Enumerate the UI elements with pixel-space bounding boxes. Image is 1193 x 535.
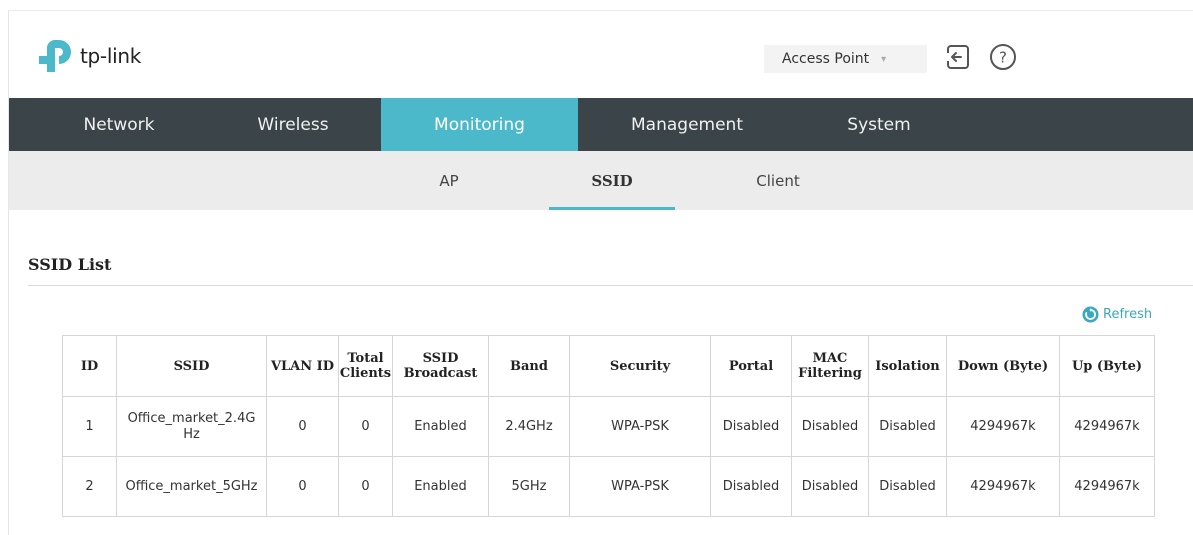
logout-icon[interactable] <box>945 44 971 70</box>
tp-link-logo-icon <box>39 40 71 72</box>
refresh-button[interactable]: Refresh <box>1082 306 1152 323</box>
column-header-vlan-id: VLAN ID <box>266 335 339 397</box>
nav-item-label: System <box>847 114 911 135</box>
refresh-icon <box>1082 306 1099 323</box>
nav-item-system[interactable]: System <box>809 98 949 151</box>
cell-ssid-broadcast: Enabled <box>392 456 489 517</box>
cell-isolation: Disabled <box>868 456 947 517</box>
column-header-total-clients: Total Clients <box>338 335 393 397</box>
cell-mac-filtering: Disabled <box>791 456 869 517</box>
nav-item-label: Network <box>83 114 155 135</box>
nav-item-monitoring[interactable]: Monitoring <box>381 98 578 151</box>
active-tab-indicator <box>549 207 675 210</box>
cell-isolation: Disabled <box>868 396 947 457</box>
header: tp-link Access Point ▾ ? <box>9 11 1193 98</box>
cell-down-bytes: 4294967k <box>946 396 1060 457</box>
tab-label: SSID <box>591 171 633 190</box>
chevron-down-icon: ▾ <box>881 53 887 65</box>
tab-ap[interactable]: AP <box>409 151 489 210</box>
column-header-mac-filtering: MAC Filtering <box>791 335 869 397</box>
main-nav: Network Wireless Monitoring Management S… <box>9 98 1193 151</box>
cell-up-bytes: 4294967k <box>1059 456 1155 517</box>
cell-total-clients: 0 <box>338 396 393 457</box>
nav-item-label: Wireless <box>257 114 329 135</box>
tab-client[interactable]: Client <box>738 151 818 210</box>
nav-item-network[interactable]: Network <box>49 98 189 151</box>
column-header-down-bytes: Down (Byte) <box>946 335 1060 397</box>
section-title: SSID List <box>28 255 112 274</box>
tab-ssid[interactable]: SSID <box>549 151 675 210</box>
cell-vlan-id: 0 <box>266 456 339 517</box>
column-header-id: ID <box>62 335 117 397</box>
help-glyph: ? <box>999 49 1007 67</box>
column-header-security: Security <box>569 335 711 397</box>
brand-name: tp-link <box>80 44 142 68</box>
table-row[interactable]: 2 Office_market_5GHz 0 0 Enabled 5GHz WP… <box>62 456 1155 517</box>
sub-nav: AP SSID Client <box>9 151 1193 210</box>
cell-id: 2 <box>62 456 117 517</box>
column-header-ssid: SSID <box>116 335 267 397</box>
mode-select-value: Access Point <box>782 51 870 67</box>
cell-down-bytes: 4294967k <box>946 456 1060 517</box>
nav-item-label: Monitoring <box>434 114 525 135</box>
cell-band: 2.4GHz <box>488 396 570 457</box>
column-header-up-bytes: Up (Byte) <box>1059 335 1155 397</box>
nav-item-wireless[interactable]: Wireless <box>223 98 363 151</box>
ssid-table: ID SSID VLAN ID Total Clients SSID Broadca… <box>62 335 1155 517</box>
cell-id: 1 <box>62 396 117 457</box>
cell-security: WPA-PSK <box>569 456 711 517</box>
cell-up-bytes: 4294967k <box>1059 396 1155 457</box>
section-divider <box>28 285 1193 286</box>
column-header-ssid-broadcast: SSID Broadcast <box>392 335 489 397</box>
cell-vlan-id: 0 <box>266 396 339 457</box>
cell-total-clients: 0 <box>338 456 393 517</box>
mode-select[interactable]: Access Point ▾ <box>764 45 927 73</box>
table-header-row: ID SSID VLAN ID Total Clients SSID Broadca… <box>62 335 1155 397</box>
nav-item-label: Management <box>631 114 743 135</box>
nav-item-management[interactable]: Management <box>607 98 767 151</box>
tab-label: AP <box>439 171 459 190</box>
tab-label: Client <box>756 171 800 190</box>
column-header-portal: Portal <box>710 335 792 397</box>
cell-mac-filtering: Disabled <box>791 396 869 457</box>
refresh-label: Refresh <box>1103 307 1153 322</box>
cell-band: 5GHz <box>488 456 570 517</box>
table-row[interactable]: 1 Office_market_2.4G Hz 0 0 Enabled 2.4GH… <box>62 396 1155 457</box>
cell-ssid: Office_market_2.4G Hz <box>116 396 267 457</box>
column-header-isolation: Isolation <box>868 335 947 397</box>
column-header-band: Band <box>488 335 570 397</box>
cell-portal: Disabled <box>710 396 792 457</box>
app-frame: tp-link Access Point ▾ ? Network Wireles… <box>8 10 1193 535</box>
brand-logo[interactable]: tp-link <box>37 36 187 76</box>
help-icon[interactable]: ? <box>989 43 1017 71</box>
cell-security: WPA-PSK <box>569 396 711 457</box>
cell-ssid: Office_market_5GHz <box>116 456 267 517</box>
cell-portal: Disabled <box>710 456 792 517</box>
cell-ssid-broadcast: Enabled <box>392 396 489 457</box>
